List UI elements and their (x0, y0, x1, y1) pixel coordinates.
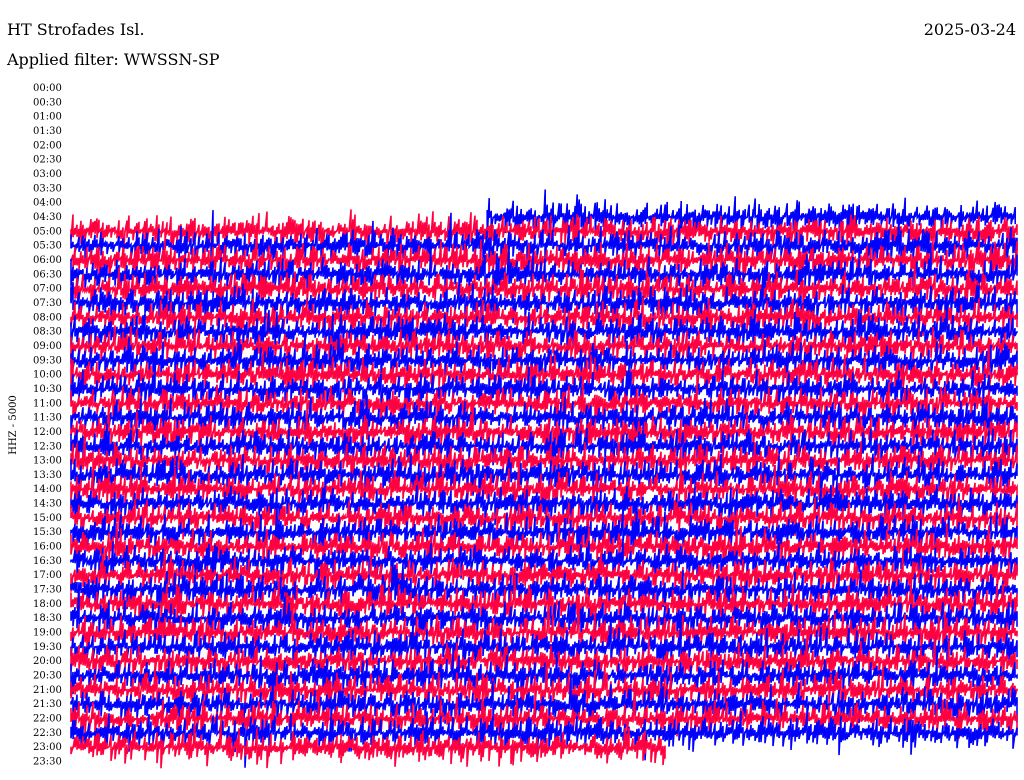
row-tick-label: 10:30 (33, 384, 62, 395)
row-tick-label: 13:00 (33, 456, 62, 467)
row-tick-label: 17:00 (33, 570, 62, 581)
helicorder-chart: 00:00 00:30 01:00 01:30 02:00 02:30 03:00 03:30… (8, 83, 1018, 769)
row-tick-label: 04:00 (33, 198, 62, 209)
row-tick-label: 15:00 (33, 513, 62, 524)
row-tick-label: 02:00 (33, 140, 62, 151)
row-tick-label: 01:30 (33, 126, 62, 137)
row-tick-label: 08:30 (33, 327, 62, 338)
row-tick-label: 00:00 (33, 83, 62, 94)
row-tick-label: 09:00 (33, 341, 62, 352)
row-tick-label: 05:00 (33, 226, 62, 237)
row-tick-label: 05:30 (33, 241, 62, 252)
row-tick-label: 08:00 (33, 312, 62, 323)
row-tick-label: 06:00 (33, 255, 62, 266)
row-tick-label: 11:30 (33, 413, 62, 424)
row-tick-label: 12:30 (33, 441, 62, 452)
row-tick-label: 23:00 (33, 742, 62, 753)
row-tick-label: 10:00 (33, 370, 62, 381)
row-tick-label: 14:00 (33, 484, 62, 495)
row-tick-label: 15:30 (33, 527, 62, 538)
row-tick-label: 21:00 (33, 685, 62, 696)
row-tick-label: 22:00 (33, 714, 62, 725)
row-tick-labels: 00:00 00:30 01:00 01:30 02:00 02:30 03:00 03:30… (33, 83, 62, 768)
row-tick-label: 13:30 (33, 470, 62, 481)
row-tick-label: 22:30 (33, 728, 62, 739)
row-tick-label: 12:00 (33, 427, 62, 438)
seismogram-traces (70, 189, 1018, 769)
row-tick-label: 07:30 (33, 298, 62, 309)
row-tick-label: 14:30 (33, 499, 62, 510)
row-tick-label: 01:00 (33, 112, 62, 123)
row-tick-label: 16:00 (33, 542, 62, 553)
row-tick-label: 18:30 (33, 613, 62, 624)
row-tick-label: 03:30 (33, 183, 62, 194)
row-tick-label: 07:00 (33, 284, 62, 295)
row-tick-label: 11:00 (33, 398, 62, 409)
row-tick-label: 06:30 (33, 269, 62, 280)
row-tick-label: 19:00 (33, 628, 62, 639)
row-tick-label: 02:30 (33, 155, 62, 166)
row-tick-label: 20:00 (33, 656, 62, 667)
row-tick-label: 21:30 (33, 699, 62, 710)
row-tick-label: 20:30 (33, 671, 62, 682)
row-tick-label: 04:30 (33, 212, 62, 223)
row-tick-label: 03:00 (33, 169, 62, 180)
row-tick-label: 17:30 (33, 585, 62, 596)
row-tick-label: 19:30 (33, 642, 62, 653)
row-tick-label: 23:30 (33, 757, 62, 768)
row-tick-label: 16:30 (33, 556, 62, 567)
row-tick-label: 18:00 (33, 599, 62, 610)
row-tick-label: 09:30 (33, 355, 62, 366)
y-axis-label: HHZ - 5000 (8, 395, 19, 455)
row-tick-label: 00:30 (33, 97, 62, 108)
